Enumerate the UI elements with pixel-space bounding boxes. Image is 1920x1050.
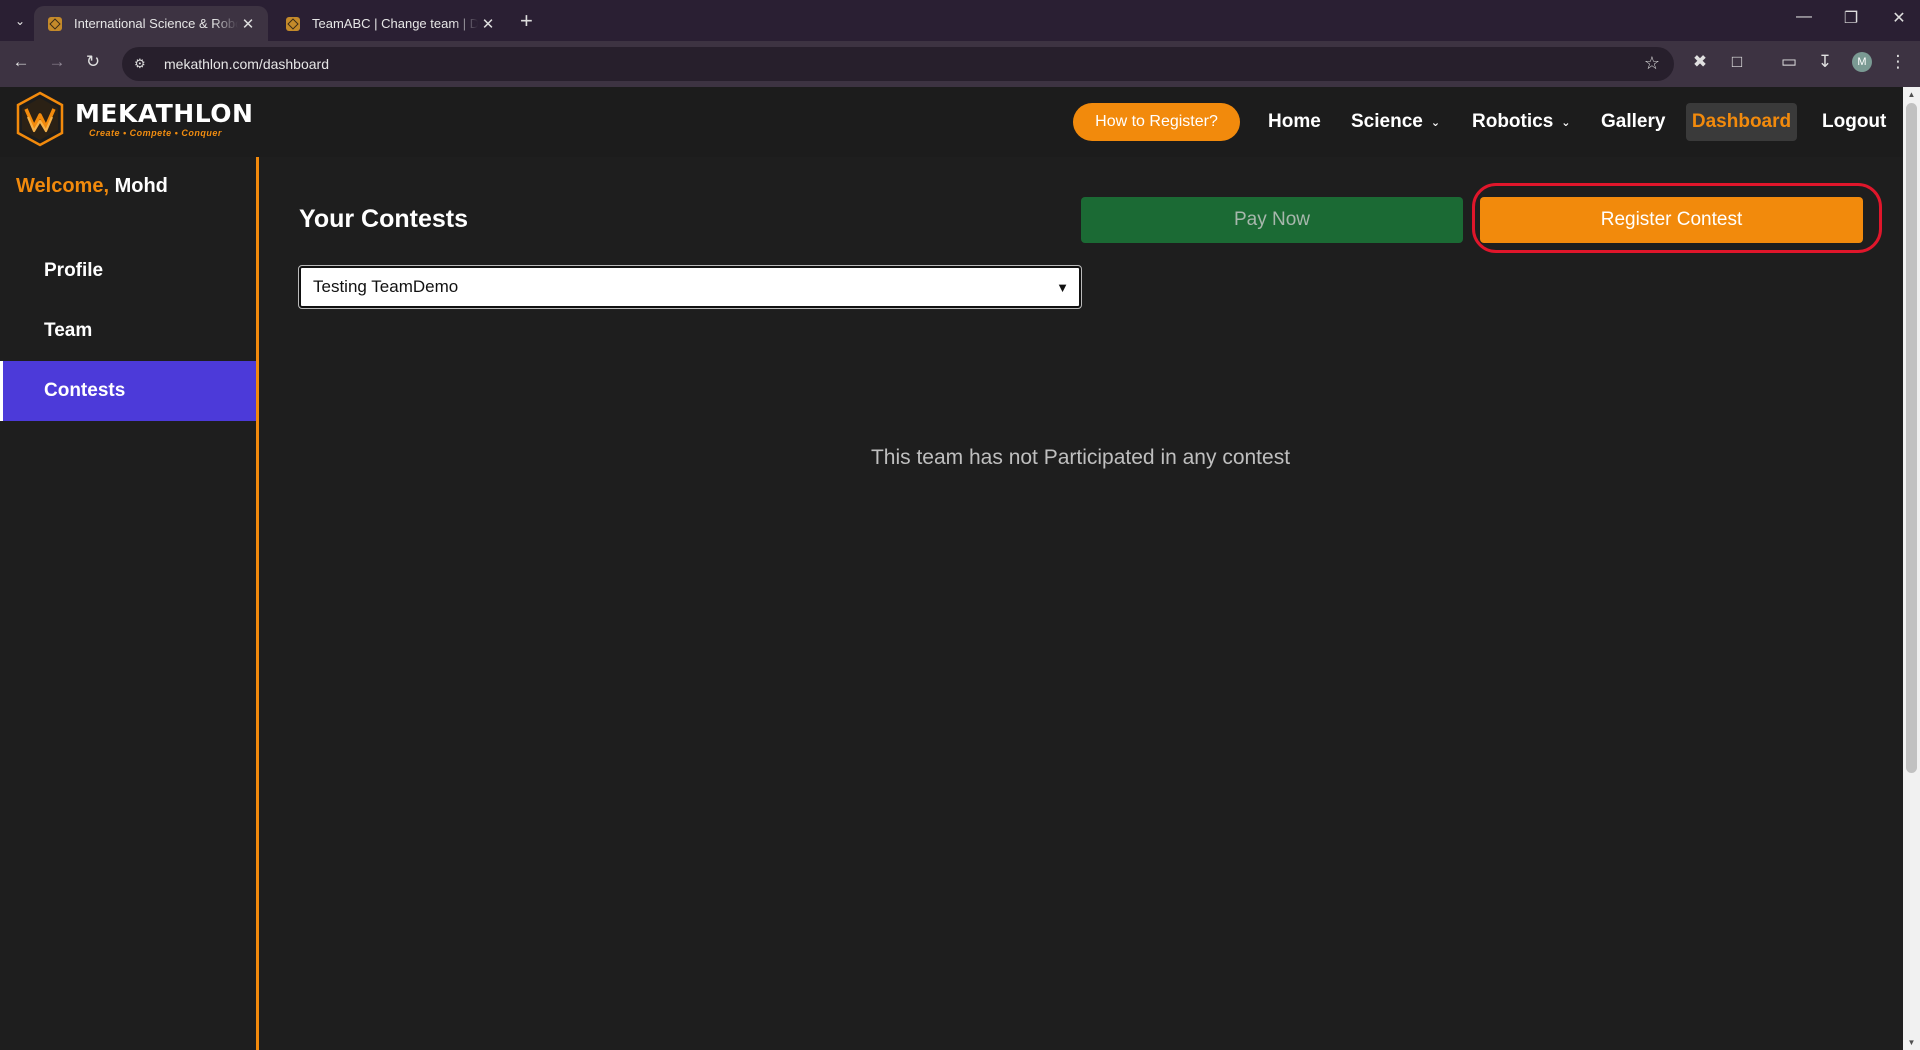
site-info-icon[interactable]: ⚙: [134, 56, 152, 72]
browser-menu-icon[interactable]: ⋮: [1886, 52, 1910, 72]
user-name: Mohd: [114, 175, 168, 197]
tab-title: International Science & Robotics: [74, 16, 238, 31]
nav-dashboard-label: Dashboard: [1691, 111, 1792, 132]
sidebar-item-contests[interactable]: Contests: [0, 361, 256, 421]
logo-tagline: Create • Compete • Conquer: [89, 128, 222, 138]
new-tab-plus-icon[interactable]: +: [520, 8, 533, 34]
extension-color-icon[interactable]: ✖: [1688, 52, 1712, 72]
nav-gallery[interactable]: Gallery: [1601, 103, 1665, 141]
nav-logout[interactable]: Logout: [1822, 103, 1886, 141]
nav-robotics[interactable]: Robotics ⌄: [1472, 103, 1571, 141]
site-header: MEKATHLON Create • Compete • Conquer How…: [0, 87, 1903, 157]
page-scrollbar[interactable]: ▲ ▼: [1903, 87, 1920, 1050]
url-text: mekathlon.com/dashboard: [164, 56, 329, 72]
close-tab-icon[interactable]: ✕: [478, 15, 498, 33]
sidebar-item-label: Profile: [44, 260, 104, 281]
forward-arrow-icon[interactable]: →: [45, 52, 69, 72]
browser-toolbar: ← → ↻ ⚙ mekathlon.com/dashboard ☆ ✖ □ ▭ …: [0, 41, 1920, 87]
team-select[interactable]: Testing TeamDemo ▼: [298, 265, 1082, 309]
chevron-down-icon: ▼: [1056, 279, 1069, 295]
django-favicon-icon: [286, 16, 300, 31]
nav-dashboard[interactable]: Dashboard: [1686, 103, 1797, 141]
profile-avatar[interactable]: M: [1852, 52, 1872, 72]
mekathlon-logo-icon: [16, 91, 64, 147]
reload-icon[interactable]: ↻: [81, 52, 105, 72]
restore-icon[interactable]: ❐: [1836, 8, 1866, 28]
minimize-icon[interactable]: —: [1789, 8, 1819, 26]
how-to-register-button[interactable]: How to Register?: [1073, 103, 1240, 141]
sidebar-item-label: Team: [44, 320, 93, 341]
bookmark-star-icon[interactable]: ☆: [1644, 53, 1660, 74]
site-favicon-icon: [48, 16, 62, 31]
browser-tabbar: ⌄ International Science & Robotics ✕ Tea…: [0, 0, 1920, 41]
cast-icon[interactable]: ▭: [1777, 52, 1801, 72]
team-select-value: Testing TeamDemo: [313, 277, 459, 296]
extensions-puzzle-icon[interactable]: □: [1725, 52, 1749, 72]
nav-home[interactable]: Home: [1268, 103, 1321, 141]
back-arrow-icon[interactable]: ←: [9, 52, 33, 72]
browser-tab-active[interactable]: International Science & Robotics ✕: [34, 6, 268, 41]
address-bar[interactable]: ⚙ mekathlon.com/dashboard ☆: [122, 47, 1674, 81]
logo-name: MEKATHLON: [75, 99, 254, 128]
browser-tab[interactable]: TeamABC | Change team | Django ✕: [272, 6, 508, 41]
sidebar-item-profile[interactable]: Profile: [0, 241, 256, 301]
tab-title: TeamABC | Change team | Django: [312, 16, 478, 31]
chevron-down-icon: ⌄: [1561, 116, 1571, 129]
nav-science-label: Science: [1351, 111, 1423, 132]
register-contest-button[interactable]: Register Contest: [1480, 197, 1863, 243]
welcome-label: Welcome,: [16, 175, 109, 197]
pay-now-button[interactable]: Pay Now: [1081, 197, 1463, 243]
tab-search-chevron-icon[interactable]: ⌄: [8, 10, 32, 32]
sidebar-item-team[interactable]: Team: [0, 301, 256, 361]
download-icon[interactable]: ↧: [1813, 52, 1837, 72]
dashboard-sidebar: Welcome, Mohd Profile Team Contests: [0, 157, 259, 1050]
scroll-up-arrow-icon[interactable]: ▲: [1903, 90, 1920, 99]
nav-home-label: Home: [1268, 111, 1321, 132]
close-window-icon[interactable]: ✕: [1884, 8, 1914, 28]
scroll-down-arrow-icon[interactable]: ▼: [1903, 1038, 1920, 1047]
nav-gallery-label: Gallery: [1601, 111, 1666, 132]
welcome-message: Welcome, Mohd: [16, 175, 168, 198]
site-logo[interactable]: MEKATHLON Create • Compete • Conquer: [15, 91, 253, 147]
scrollbar-thumb[interactable]: [1906, 103, 1917, 773]
nav-logout-label: Logout: [1822, 111, 1887, 132]
close-tab-icon[interactable]: ✕: [238, 15, 258, 33]
nav-robotics-label: Robotics: [1472, 111, 1554, 132]
page-title: Your Contests: [299, 205, 468, 233]
empty-contests-message: This team has not Participated in any co…: [870, 446, 1291, 469]
nav-science[interactable]: Science ⌄: [1351, 103, 1440, 141]
chevron-down-icon: ⌄: [1430, 116, 1441, 129]
sidebar-item-label: Contests: [44, 380, 126, 401]
